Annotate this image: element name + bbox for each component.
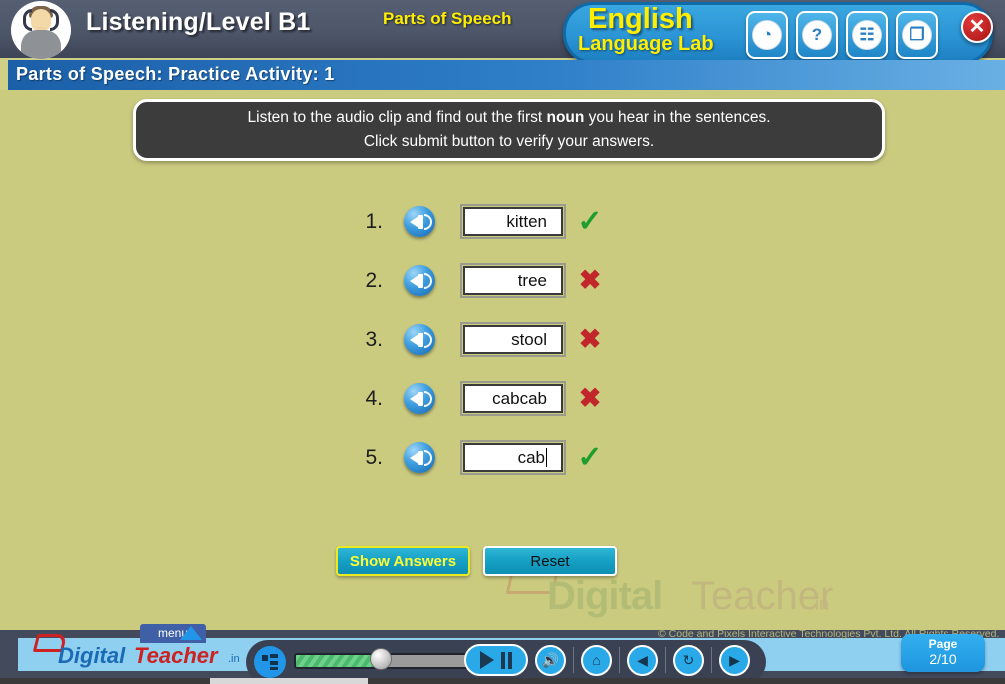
- close-button[interactable]: ✕: [961, 11, 993, 43]
- answer-value: cab: [517, 447, 545, 467]
- instruction-line-1: Listen to the audio clip and find out th…: [248, 106, 771, 130]
- instruction-line-1-before: Listen to the audio clip and find out th…: [247, 109, 547, 126]
- answer-value: cabcab: [492, 388, 547, 408]
- instruction-line-1-after: you hear in the sentences.: [584, 109, 771, 126]
- activity-stage: Listen to the audio clip and find out th…: [0, 90, 1005, 630]
- action-button-group: Show Answers Reset: [336, 546, 617, 576]
- sitemap-icon: [262, 654, 278, 670]
- stage-watermark: Digital Teacher .in: [505, 564, 845, 626]
- answer-input[interactable]: tree: [460, 263, 566, 298]
- answer-value: stool: [511, 329, 547, 349]
- play-pause-button[interactable]: [464, 644, 528, 676]
- header-icon-group: ◔ ? ☷ ❐: [746, 11, 938, 59]
- answer-input[interactable]: stool: [460, 322, 566, 357]
- progress-fill: [296, 655, 375, 667]
- answer-value: tree: [517, 270, 547, 290]
- question-row: 5. cab ✓: [355, 438, 605, 477]
- restore-window-button[interactable]: ❐: [896, 11, 938, 59]
- question-number: 5.: [365, 445, 383, 469]
- status-badge-incorrect: ✖: [578, 383, 602, 413]
- page-indicator-label: Page: [928, 637, 958, 651]
- watermark-suffix: .in: [810, 594, 830, 614]
- breadcrumb-text: Parts of Speech: Practice Activity: 1: [16, 64, 335, 84]
- play-audio-icon[interactable]: [404, 442, 435, 473]
- play-audio-icon[interactable]: [404, 265, 435, 296]
- question-row: 2. tree ✖: [355, 261, 605, 300]
- question-number: 3.: [365, 327, 383, 351]
- page-title: Listening/Level B1: [86, 8, 311, 36]
- status-badge-correct: ✓: [577, 204, 603, 238]
- reset-button[interactable]: Reset: [483, 546, 617, 576]
- text-caret: [546, 448, 547, 467]
- instruction-line-2: Click submit button to verify your answe…: [363, 133, 655, 150]
- logo-line-english: English: [588, 3, 693, 35]
- progress-slider-knob[interactable]: [370, 648, 392, 670]
- brand-word-2: Teacher: [134, 643, 218, 668]
- logo-line-language-lab: Language Lab: [578, 33, 714, 55]
- question-number: 2.: [365, 268, 383, 292]
- watermark-word-1: Digital: [547, 574, 663, 618]
- chevron-up-icon[interactable]: [180, 626, 202, 640]
- breadcrumb: Parts of Speech: Practice Activity: 1: [8, 60, 1005, 90]
- student-headphones-avatar: [11, 1, 71, 59]
- answer-input-focused[interactable]: cab: [460, 440, 566, 475]
- instruction-box: Listen to the audio clip and find out th…: [133, 99, 885, 161]
- play-audio-icon[interactable]: [404, 383, 435, 414]
- restore-window-icon: ❐: [902, 20, 932, 50]
- brand-suffix: .in: [228, 653, 240, 665]
- outline-tree-button[interactable]: [254, 646, 286, 678]
- play-icon: [480, 651, 494, 669]
- question-row: 1. kitten ✓: [355, 202, 605, 241]
- status-badge-incorrect: ✖: [578, 265, 602, 295]
- next-button[interactable]: ▶: [719, 644, 750, 676]
- glossary-button[interactable]: ☷: [846, 11, 888, 59]
- home-button[interactable]: ⌂: [581, 644, 612, 676]
- digital-teacher-logo: Digital Teacher .in: [30, 634, 240, 671]
- answer-value: kitten: [506, 211, 547, 231]
- topic-label: Parts of Speech: [383, 9, 512, 28]
- previous-button[interactable]: ◀: [627, 644, 658, 676]
- page-indicator: Page 2/10: [901, 634, 985, 672]
- help-icon: ?: [802, 20, 832, 50]
- play-audio-icon[interactable]: [404, 324, 435, 355]
- status-badge-incorrect: ✖: [578, 324, 602, 354]
- page-indicator-value: 2/10: [929, 651, 957, 667]
- window-bottom-strip: [0, 678, 1005, 684]
- brand-word-1: Digital: [58, 643, 126, 668]
- watermark-word-2: Teacher: [691, 574, 834, 618]
- activity-screen: Listening/Level B1 Parts of Speech Engli…: [0, 0, 1005, 684]
- glossary-book-icon: ☷: [852, 20, 882, 50]
- show-answers-button[interactable]: Show Answers: [336, 546, 470, 576]
- answer-input[interactable]: cabcab: [460, 381, 566, 416]
- question-number: 4.: [365, 386, 383, 410]
- question-row: 3. stool ✖: [355, 320, 605, 359]
- instruction-keyword: noun: [546, 109, 585, 126]
- question-number: 1.: [365, 209, 383, 233]
- play-audio-icon[interactable]: [404, 206, 435, 237]
- refresh-button[interactable]: ↻: [673, 644, 704, 676]
- volume-button[interactable]: 🔊: [535, 644, 566, 676]
- playback-controls: 🔊 ⌂ ◀ ↻ ▶: [464, 644, 750, 676]
- question-list: 1. kitten ✓ 2. tree ✖ 3. stool ✖ 4. cabc…: [355, 202, 605, 497]
- pause-icon: [501, 651, 512, 669]
- history-folder-icon: ◔: [752, 20, 782, 50]
- answer-input[interactable]: kitten: [460, 204, 566, 239]
- status-badge-correct: ✓: [577, 440, 603, 474]
- help-button[interactable]: ?: [796, 11, 838, 59]
- language-lab-logo-panel: English Language Lab ◔ ? ☷ ❐: [563, 2, 993, 64]
- app-header: Listening/Level B1 Parts of Speech Engli…: [0, 0, 1005, 64]
- history-folder-button[interactable]: ◔: [746, 11, 788, 59]
- question-row: 4. cabcab ✖: [355, 379, 605, 418]
